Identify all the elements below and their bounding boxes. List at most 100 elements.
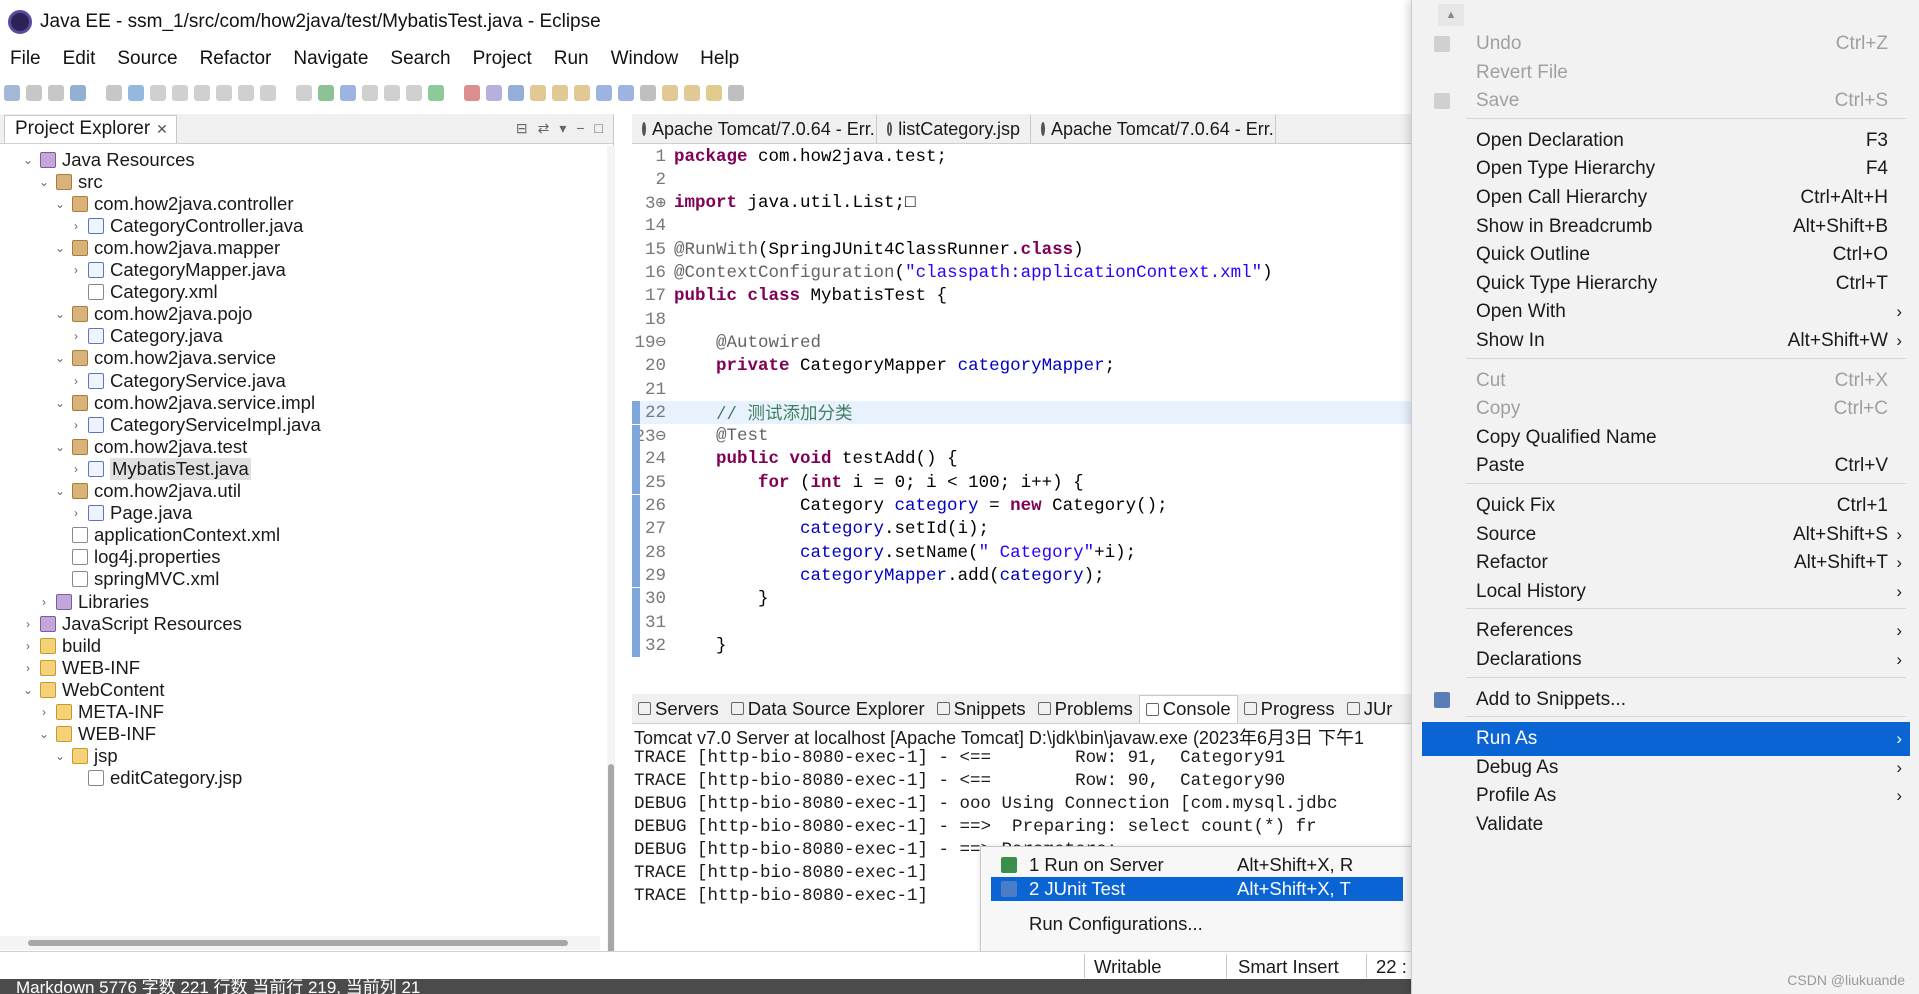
code-line[interactable]: 20 private CategoryMapper categoryMapper… [632,355,1419,378]
code-line[interactable]: 14 [632,215,1419,238]
code-line[interactable]: 2 [632,168,1419,191]
code-line[interactable]: 26 Category category = new Category(); [632,494,1419,518]
code-line[interactable]: 23⊖ @Test [632,424,1419,448]
toolbar-button-icon[interactable] [530,85,546,101]
expand-arrow-icon[interactable]: ⌄ [52,241,68,255]
expand-arrow-icon[interactable]: › [20,617,36,631]
close-icon[interactable]: ✕ [156,121,168,138]
code-line[interactable]: 21 [632,378,1419,401]
toolbar-button-icon[interactable] [238,85,254,101]
code-line[interactable]: 19⊖ @Autowired [632,331,1419,354]
toolbar-button-icon[interactable] [70,85,86,101]
expand-arrow-icon[interactable]: ⌄ [52,440,68,454]
toolbar-button-icon[interactable] [384,85,400,101]
menu-edit[interactable]: Edit [63,48,96,70]
tab-snippets[interactable]: Snippets [931,698,1032,720]
maximize-icon[interactable]: □ [595,120,603,137]
code-line[interactable]: 29 categoryMapper.add(category); [632,564,1419,588]
menu-source[interactable]: Source [117,48,177,70]
menu-run[interactable]: Run [554,48,589,70]
expand-arrow-icon[interactable]: › [68,263,84,277]
expand-arrow-icon[interactable]: ⌄ [52,749,68,763]
editor-horizontal-scrollbar[interactable] [632,666,1419,694]
toolbar-button-icon[interactable] [48,85,64,101]
menu-search[interactable]: Search [390,48,450,70]
link-editor-icon[interactable]: ⇄ [538,120,550,137]
toolbar-button-icon[interactable] [552,85,568,101]
toolbar-button-icon[interactable] [508,85,524,101]
toolbar-button-icon[interactable] [26,85,42,101]
view-menu-icon[interactable]: ▾ [559,120,566,137]
toolbar-button-icon[interactable] [172,85,188,101]
menu-refactor[interactable]: Refactor [200,48,272,70]
expand-arrow-icon[interactable]: ⌄ [52,484,68,498]
tab-console[interactable]: Console [1138,694,1238,723]
code-line[interactable]: 17 public class MybatisTest { [632,285,1419,308]
menu-file[interactable]: File [10,48,41,70]
code-line[interactable]: 27 category.setId(i); [632,517,1419,541]
tree-item[interactable]: editCategory.jsp [68,765,242,792]
menu-item-validate[interactable]: Validate [1422,808,1910,842]
expand-arrow-icon[interactable]: ⌄ [36,727,52,741]
expand-arrow-icon[interactable]: ⌄ [52,197,68,211]
toolbar-button-icon[interactable] [596,85,612,101]
code-line[interactable]: 3⊕ import java.util.List;□ [632,192,1419,215]
expand-arrow-icon[interactable]: ⌄ [20,683,36,697]
menu-item-add-to-snippets[interactable]: Add to Snippets... [1422,683,1910,717]
menu-project[interactable]: Project [473,48,532,70]
tab-problems[interactable]: Problems [1032,698,1139,720]
expand-arrow-icon[interactable]: › [68,219,84,233]
code-line[interactable]: 31 [632,611,1419,634]
tab-jur[interactable]: JUr [1341,698,1399,720]
toolbar-button-icon[interactable] [216,85,232,101]
menu-window[interactable]: Window [611,48,679,70]
vertical-scroll-thumb[interactable] [608,764,614,954]
menu-item-declarations[interactable]: Declarations › [1422,643,1910,677]
run-as-item[interactable]: 1 Run on Server Alt+Shift+X, R [991,853,1403,877]
tab-servers[interactable]: Servers [632,698,725,720]
tab-progress[interactable]: Progress [1238,698,1341,720]
toolbar-button-icon[interactable] [128,85,144,101]
expand-arrow-icon[interactable]: ⌄ [52,307,68,321]
run-as-item[interactable]: 2 JUnit Test Alt+Shift+X, T [991,877,1403,901]
minimize-icon[interactable]: − [576,120,584,137]
expand-arrow-icon[interactable]: › [20,661,36,675]
code-line[interactable]: 30 } [632,587,1419,611]
tab-data-source-explorer[interactable]: Data Source Explorer [725,698,931,720]
expand-arrow-icon[interactable]: ⌄ [52,396,68,410]
toolbar-button-icon[interactable] [706,85,722,101]
expand-arrow-icon[interactable]: ⌄ [52,351,68,365]
toolbar-button-icon[interactable] [728,85,744,101]
toolbar-button-icon[interactable] [428,85,444,101]
code-line[interactable]: 25 for (int i = 0; i < 100; i++) { [632,471,1419,495]
menu-help[interactable]: Help [700,48,739,70]
code-line[interactable]: 1 package com.how2java.test; [632,145,1419,168]
expand-arrow-icon[interactable]: › [68,329,84,343]
expand-arrow-icon[interactable]: › [68,506,84,520]
code-line[interactable]: 24 public void testAdd() { [632,447,1419,471]
toolbar-button-icon[interactable] [640,85,656,101]
toolbar-button-icon[interactable] [260,85,276,101]
menu-navigate[interactable]: Navigate [293,48,368,70]
toolbar-button-icon[interactable] [574,85,590,101]
code-area[interactable]: 1 package com.how2java.test; 2 3⊕ import jav… [632,145,1419,665]
toolbar-button-icon[interactable] [486,85,502,101]
tab-project-explorer[interactable]: Project Explorer ✕ [4,114,177,143]
code-line[interactable]: 28 category.setName(" Category"+i); [632,541,1419,565]
toolbar-button-icon[interactable] [106,85,122,101]
collapse-all-icon[interactable]: ⊟ [516,120,528,137]
toolbar-button-icon[interactable] [662,85,678,101]
expand-arrow-icon[interactable]: › [68,374,84,388]
toolbar-button-icon[interactable] [318,85,334,101]
toolbar-button-icon[interactable] [618,85,634,101]
toolbar-button-icon[interactable] [296,85,312,101]
toolbar-button-icon[interactable] [4,85,20,101]
horizontal-scroll-thumb[interactable] [28,940,568,946]
toolbar-button-icon[interactable] [684,85,700,101]
code-line[interactable]: 22 // 测试添加分类 [632,401,1419,425]
run-as-item[interactable]: Run Configurations... [991,912,1403,936]
menu-item-local-history[interactable]: Local History › [1422,575,1910,609]
expand-arrow-icon[interactable]: › [36,595,52,609]
code-line[interactable]: 16 @ContextConfiguration("classpath:appli… [632,262,1419,285]
editor-tab[interactable]: Apache Tomcat/7.0.64 - Err... [632,115,877,143]
